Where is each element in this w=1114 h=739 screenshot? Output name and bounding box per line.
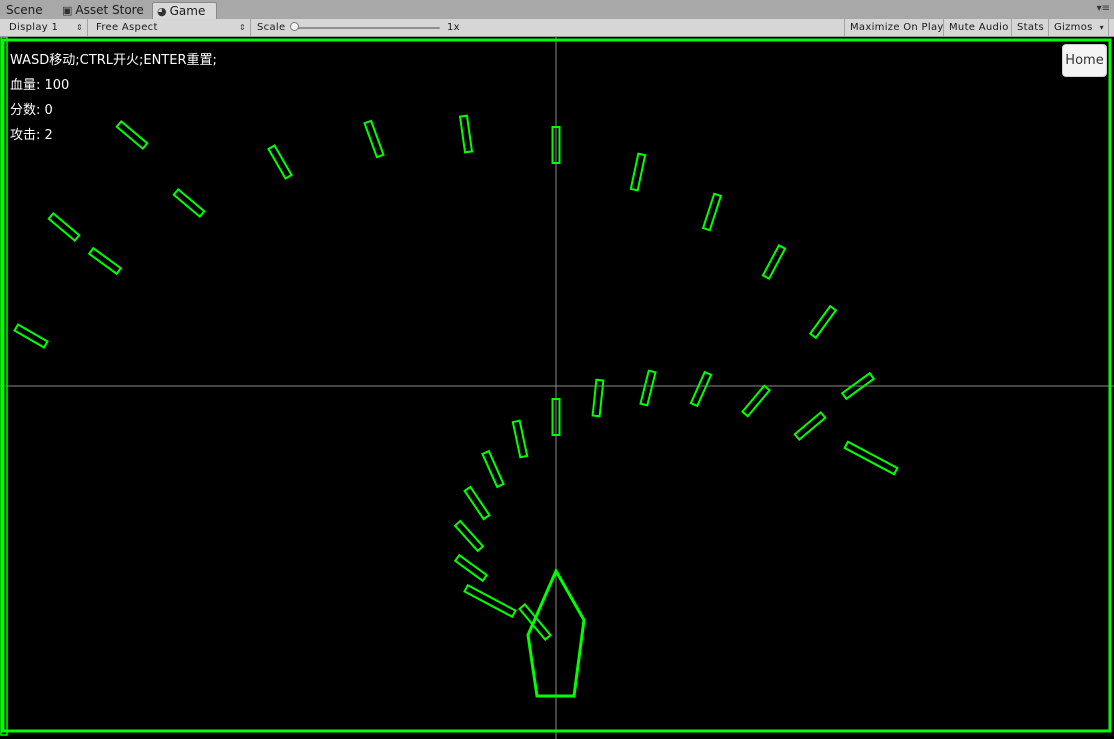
tab-game-label: Game bbox=[169, 4, 206, 18]
bullet bbox=[13, 323, 49, 349]
tab-asset-store[interactable]: ▣ Asset Store bbox=[58, 2, 148, 19]
aspect-dropdown-label: Free Aspect bbox=[96, 22, 158, 33]
display-dropdown[interactable]: Display 1 ⇕ bbox=[4, 19, 88, 36]
health-label: 血量: 100 bbox=[10, 78, 70, 93]
score-label: 分数: 0 bbox=[10, 103, 53, 118]
store-icon: ▣ bbox=[62, 4, 73, 17]
stats-toggle[interactable]: Stats bbox=[1012, 19, 1049, 36]
bullet bbox=[740, 384, 772, 418]
controls-hint: WASD移动;CTRL开火;ENTER重置; bbox=[10, 53, 217, 68]
bullet bbox=[793, 410, 827, 442]
scale-label: Scale bbox=[257, 22, 286, 33]
bullet bbox=[453, 519, 485, 553]
crosshair bbox=[0, 37, 1114, 739]
updown-arrow-icon: ⇕ bbox=[238, 23, 246, 32]
bullet bbox=[761, 243, 787, 281]
scale-slider-track[interactable] bbox=[292, 27, 440, 29]
bullet bbox=[629, 152, 647, 192]
bullet bbox=[689, 370, 713, 408]
game-icon: ◕ bbox=[157, 5, 167, 18]
tab-scene[interactable]: Scene bbox=[2, 2, 47, 19]
bullet bbox=[639, 369, 657, 407]
scale-value: 1x bbox=[447, 22, 460, 33]
bullet bbox=[453, 553, 489, 583]
bullet bbox=[463, 485, 491, 521]
tab-asset-store-label: Asset Store bbox=[75, 3, 144, 17]
gizmos-label: Gizmos bbox=[1054, 22, 1093, 33]
bullet bbox=[808, 304, 838, 340]
attack-label: 攻击: 2 bbox=[10, 128, 53, 143]
bullet bbox=[481, 449, 505, 489]
bullet bbox=[47, 211, 81, 243]
aspect-dropdown[interactable]: Free Aspect ⇕ bbox=[91, 19, 251, 36]
game-toolbar: Display 1 ⇕ Free Aspect ⇕ Scale 1x Maxim… bbox=[0, 19, 1114, 37]
bullet-trail bbox=[13, 114, 899, 641]
dropdown-arrow-icon: ▾ bbox=[1099, 23, 1104, 32]
bullet bbox=[172, 187, 206, 219]
game-canvas bbox=[0, 37, 1114, 739]
tab-game[interactable]: ◕ Game bbox=[152, 2, 217, 19]
bullet bbox=[458, 114, 474, 154]
tab-scene-label: Scene bbox=[6, 3, 43, 17]
bullet bbox=[363, 119, 385, 159]
bullet bbox=[591, 378, 605, 418]
bullet bbox=[87, 246, 123, 276]
maximize-on-play-toggle[interactable]: Maximize On Play bbox=[844, 19, 944, 36]
home-button[interactable]: Home bbox=[1062, 44, 1107, 77]
bullet bbox=[511, 419, 529, 459]
mute-audio-toggle[interactable]: Mute Audio bbox=[944, 19, 1012, 36]
bullet bbox=[701, 192, 723, 232]
window-tab-bar: Scene ▣ Asset Store ◕ Game ▾≡ bbox=[0, 0, 1114, 20]
gizmos-dropdown[interactable]: Gizmos ▾ bbox=[1049, 19, 1109, 36]
scale-slider-handle[interactable] bbox=[290, 22, 299, 31]
bullet bbox=[463, 583, 517, 619]
window-menu-icon[interactable]: ▾≡ bbox=[1097, 3, 1110, 14]
bullet bbox=[843, 440, 899, 476]
bullet bbox=[267, 144, 293, 180]
game-view[interactable]: WASD移动;CTRL开火;ENTER重置; 血量: 100 分数: 0 攻击:… bbox=[0, 37, 1114, 739]
updown-arrow-icon: ⇕ bbox=[75, 23, 83, 32]
bullet bbox=[115, 119, 149, 151]
display-dropdown-label: Display 1 bbox=[9, 22, 59, 33]
